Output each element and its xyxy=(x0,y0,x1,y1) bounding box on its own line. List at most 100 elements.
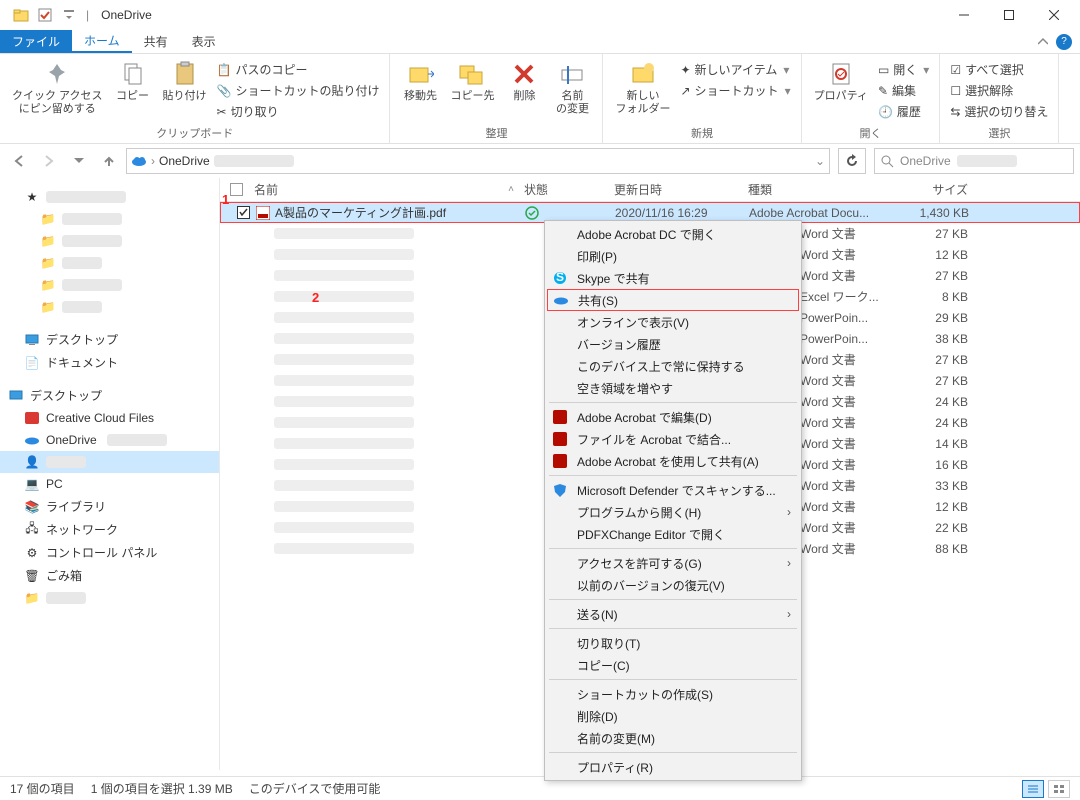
search-input[interactable]: OneDrive xyxy=(874,148,1074,174)
edit-button[interactable]: ✎編集 xyxy=(876,81,931,100)
ctx-restore-version[interactable]: 以前のバージョンの復元(V) xyxy=(547,574,799,596)
row-checkbox[interactable] xyxy=(231,206,255,219)
delete-x-icon xyxy=(510,60,538,88)
view-thumbnails-button[interactable] xyxy=(1048,780,1070,798)
invert-selection-button[interactable]: ⇆選択の切り替え xyxy=(948,102,1050,121)
qat-check[interactable] xyxy=(34,4,56,26)
ctx-view-online[interactable]: オンラインで表示(V) xyxy=(547,311,799,333)
nav-up-button[interactable] xyxy=(96,148,122,174)
ctx-always-keep[interactable]: このデバイス上で常に保持する xyxy=(547,355,799,377)
select-all-button[interactable]: ☑すべて選択 xyxy=(948,60,1050,79)
paste-button[interactable]: 貼り付け xyxy=(157,58,213,105)
ctx-create-shortcut[interactable]: ショートカットの作成(S) xyxy=(547,683,799,705)
close-button[interactable] xyxy=(1031,0,1076,30)
ctx-cut[interactable]: 切り取り(T) xyxy=(547,632,799,654)
pin-quick-access-button[interactable]: クイック アクセス にピン留めする xyxy=(6,58,109,118)
header-checkbox[interactable] xyxy=(230,183,254,196)
folder-icon xyxy=(10,4,32,26)
view-details-button[interactable] xyxy=(1022,780,1044,798)
file-icon xyxy=(254,247,270,263)
tab-home[interactable]: ホーム xyxy=(72,30,132,53)
ctx-send-to[interactable]: 送る(N)› xyxy=(547,603,799,625)
rename-button[interactable]: 名前 の変更 xyxy=(548,58,596,118)
sidebar-item-ccf[interactable]: Creative Cloud Files xyxy=(0,407,219,429)
header-state[interactable]: 状態 xyxy=(524,181,614,198)
cut-button[interactable]: ✂切り取り xyxy=(215,102,382,121)
ctx-acrobat-edit[interactable]: Adobe Acrobat で編集(D) xyxy=(547,406,799,428)
paste-shortcut-button[interactable]: 📎ショートカットの貼り付け xyxy=(215,81,382,100)
ctx-version-history[interactable]: バージョン履歴 xyxy=(547,333,799,355)
ctx-delete[interactable]: 削除(D) xyxy=(547,705,799,727)
open-menu-button[interactable]: ▭開く▾ xyxy=(876,60,931,79)
header-date[interactable]: 更新日時 xyxy=(614,181,748,198)
ctx-pdfxchange[interactable]: PDFXChange Editor で開く xyxy=(547,523,799,545)
help-icon[interactable]: ? xyxy=(1056,34,1072,50)
address-bar[interactable]: › OneDrive ⌄ xyxy=(126,148,830,174)
minimize-button[interactable] xyxy=(941,0,986,30)
header-type[interactable]: 種類 xyxy=(748,181,898,198)
delete-button[interactable]: 削除 xyxy=(500,58,548,105)
ctx-print[interactable]: 印刷(P) xyxy=(547,245,799,267)
sidebar-item-quick[interactable]: ★ xyxy=(0,186,219,208)
sidebar-item-blur5[interactable]: 📁 xyxy=(0,296,219,318)
shortcut-paste-icon: 📎 xyxy=(217,84,232,98)
sidebar-item-control-panel[interactable]: ⚙コントロール パネル xyxy=(0,541,219,564)
sidebar-item-documents[interactable]: 📄ドキュメント xyxy=(0,351,219,374)
ctx-free-space[interactable]: 空き領域を増やす xyxy=(547,377,799,399)
header-name[interactable]: 名前˄ xyxy=(254,181,524,198)
move-to-button[interactable]: 移動先 xyxy=(396,58,444,105)
star-icon: ★ xyxy=(24,189,40,205)
breadcrumb-onedrive[interactable]: OneDrive xyxy=(159,154,210,168)
sidebar-item-network[interactable]: 🖧ネットワーク xyxy=(0,518,219,541)
copy-to-button[interactable]: コピー先 xyxy=(444,58,500,105)
ctx-rename[interactable]: 名前の変更(M) xyxy=(547,727,799,749)
ctx-acrobat-combine[interactable]: ファイルを Acrobat で結合... xyxy=(547,428,799,450)
ctx-properties[interactable]: プロパティ(R) xyxy=(547,756,799,778)
collapse-ribbon-icon[interactable] xyxy=(1038,37,1048,47)
nav-recent-button[interactable] xyxy=(66,148,92,174)
address-dropdown-icon[interactable]: ⌄ xyxy=(815,154,825,168)
titlebar: | OneDrive xyxy=(0,0,1080,30)
blurred-filename xyxy=(274,438,414,449)
sidebar-item-blur1[interactable]: 📁 xyxy=(0,208,219,230)
qat-dropdown[interactable] xyxy=(58,4,80,26)
history-button[interactable]: 🕘履歴 xyxy=(876,102,931,121)
header-size[interactable]: サイズ xyxy=(898,181,978,198)
sidebar-item-libraries[interactable]: 📚ライブラリ xyxy=(0,495,219,518)
blurred-search xyxy=(957,155,1017,167)
ctx-open-acrobat[interactable]: Adobe Acrobat DC で開く xyxy=(547,223,799,245)
sidebar-item-pc[interactable]: 💻PC xyxy=(0,473,219,495)
ctx-copy[interactable]: コピー(C) xyxy=(547,654,799,676)
ctx-acrobat-share[interactable]: Adobe Acrobat を使用して共有(A) xyxy=(547,450,799,472)
new-item-button[interactable]: ✦新しいアイテム▾ xyxy=(678,60,792,79)
ctx-defender-scan[interactable]: Microsoft Defender でスキャンする... xyxy=(547,479,799,501)
sidebar-item-recycle[interactable]: 🗑ごみ箱 xyxy=(0,564,219,587)
nav-back-button[interactable] xyxy=(6,148,32,174)
sidebar-item-blur4[interactable]: 📁 xyxy=(0,274,219,296)
sidebar-item-blur3[interactable]: 📁 xyxy=(0,252,219,274)
tab-file[interactable]: ファイル xyxy=(0,30,72,53)
sidebar-item-user[interactable]: 👤 xyxy=(0,451,219,473)
ctx-skype-share[interactable]: SSkype で共有 xyxy=(547,267,799,289)
sidebar-item-blur2[interactable]: 📁 xyxy=(0,230,219,252)
copy-path-button[interactable]: 📋パスのコピー xyxy=(215,60,382,79)
ctx-give-access[interactable]: アクセスを許可する(G)› xyxy=(547,552,799,574)
ctx-open-with[interactable]: プログラムから開く(H)› xyxy=(547,501,799,523)
sidebar-item-desktop[interactable]: デスクトップ xyxy=(0,328,219,351)
properties-button[interactable]: プロパティ xyxy=(808,58,874,105)
sidebar-item-onedrive[interactable]: OneDrive xyxy=(0,429,219,451)
sidebar-item-blur-bottom[interactable]: 📁 xyxy=(0,587,219,609)
copy-button[interactable]: コピー xyxy=(109,58,157,105)
svg-text:S: S xyxy=(556,271,564,284)
tab-share[interactable]: 共有 xyxy=(132,30,180,53)
new-shortcut-button[interactable]: ↗ショートカット▾ xyxy=(678,81,792,100)
ctx-share[interactable]: 共有(S) xyxy=(547,289,799,311)
nav-forward-button[interactable] xyxy=(36,148,62,174)
sidebar-item-desktop2[interactable]: デスクトップ xyxy=(0,384,219,407)
new-folder-button[interactable]: 新しい フォルダー xyxy=(609,58,676,118)
tab-view[interactable]: 表示 xyxy=(180,30,228,53)
refresh-button[interactable] xyxy=(838,148,866,174)
maximize-button[interactable] xyxy=(986,0,1031,30)
select-none-button[interactable]: ☐選択解除 xyxy=(948,81,1050,100)
file-size: 12 KB xyxy=(898,248,978,262)
